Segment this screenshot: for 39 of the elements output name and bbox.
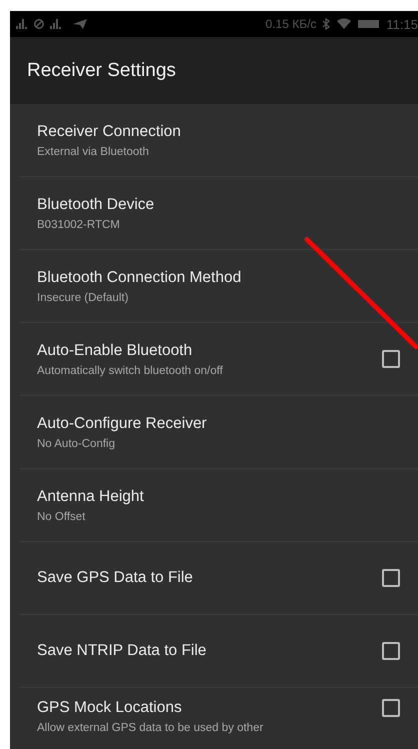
setting-summary: B031002-RTCM — [37, 218, 121, 230]
checkbox[interactable] — [382, 699, 400, 717]
setting-title: Receiver Connection — [37, 122, 182, 140]
setting-summary: No Offset — [37, 510, 86, 522]
network-speed: 0.15 КБ/с — [266, 17, 316, 31]
setting-item[interactable]: Bluetooth Connection Method Insecure (Default) — [20, 250, 418, 323]
setting-summary: No Auto-Config — [37, 438, 116, 450]
setting-summary: External via Bluetooth — [37, 146, 150, 158]
signal-icon — [16, 19, 28, 29]
setting-item[interactable]: GPS Mock Locations Allow external GPS data to be used by other — [20, 688, 418, 749]
setting-summary: Insecure (Default) — [37, 292, 130, 304]
setting-title: Bluetooth Device — [37, 196, 156, 214]
setting-item[interactable]: Auto-Enable Bluetooth Automatically switch bluetooth on/off — [20, 323, 418, 396]
checkbox[interactable] — [382, 642, 400, 660]
signal-icon — [50, 19, 62, 29]
bluetooth-icon — [322, 18, 330, 30]
setting-title: Auto-Configure Receiver — [37, 414, 208, 432]
setting-item[interactable]: Bluetooth Device B031002-RTCM — [20, 177, 418, 250]
paper-plane-icon — [72, 18, 88, 30]
setting-item[interactable]: Save GPS Data to File — [20, 542, 418, 615]
setting-title: Auto-Enable Bluetooth — [37, 342, 194, 360]
checkbox[interactable] — [382, 350, 400, 368]
setting-title: Antenna Height — [37, 488, 145, 506]
setting-title: Save GPS Data to File — [37, 569, 194, 587]
setting-item[interactable]: Antenna Height No Offset — [20, 469, 418, 542]
screen-title: Receiver Settings — [27, 60, 176, 82]
setting-item[interactable]: Auto-Configure Receiver No Auto-Config — [20, 396, 418, 469]
battery-icon — [358, 19, 380, 29]
clock: 11:15 — [386, 16, 418, 32]
setting-item[interactable]: Receiver Connection External via Bluetooth — [20, 104, 418, 177]
blocked-icon — [34, 19, 44, 29]
setting-summary: Automatically switch bluetooth on/off — [37, 364, 224, 376]
setting-title: GPS Mock Locations — [37, 699, 183, 717]
setting-summary: Allow external GPS data to be used by other — [37, 722, 264, 734]
setting-item[interactable]: Save NTRIP Data to File — [20, 615, 418, 688]
wifi-icon — [336, 18, 352, 30]
checkbox[interactable] — [382, 569, 400, 587]
setting-title: Save NTRIP Data to File — [37, 642, 208, 660]
setting-title: Bluetooth Connection Method — [37, 268, 242, 286]
